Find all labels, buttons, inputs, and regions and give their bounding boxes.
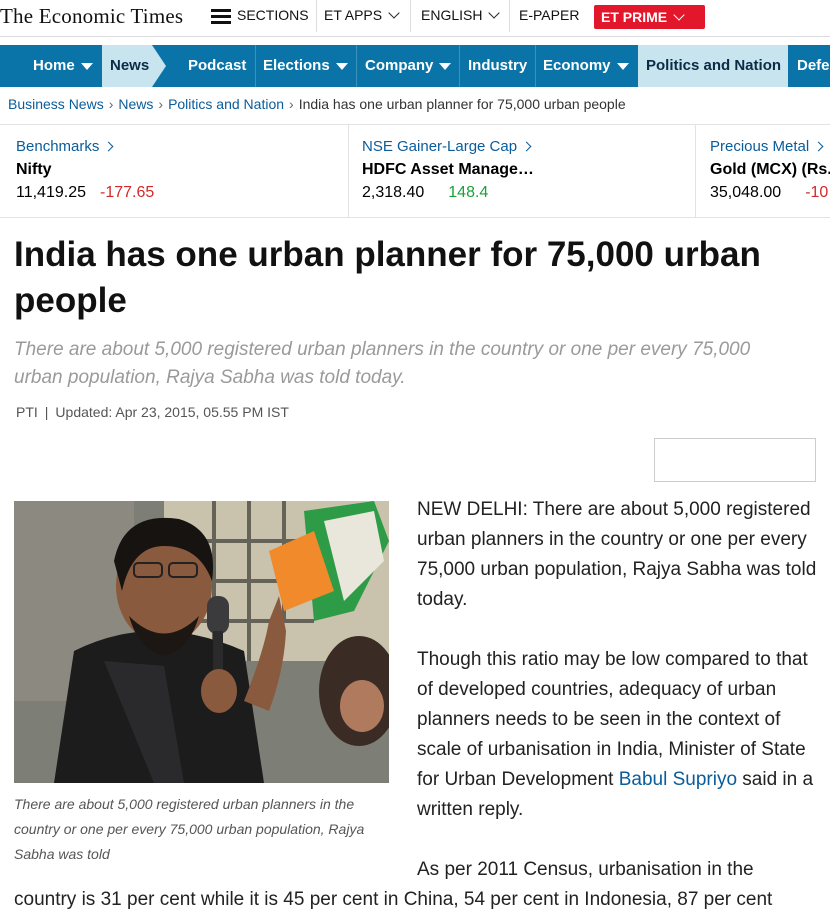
nav-company[interactable]: Company — [365, 45, 452, 87]
babul-supriyo-link[interactable]: Babul Supriyo — [619, 769, 737, 790]
divider — [255, 45, 256, 87]
sections-menu[interactable]: SECTIONS — [211, 0, 309, 32]
sections-label: SECTIONS — [237, 7, 309, 23]
chevron-right-icon — [103, 141, 114, 152]
ticker-name: HDFC Asset Manage… — [362, 161, 534, 178]
ticker-category[interactable]: Precious Metal — [710, 138, 824, 155]
ticker-price: 11,419.25 — [16, 184, 86, 201]
ticker-category[interactable]: Benchmarks — [16, 138, 114, 155]
divider — [348, 125, 349, 217]
ticker-change: -10 — [805, 184, 829, 201]
hamburger-icon — [211, 6, 231, 27]
caret-down-icon — [439, 62, 452, 70]
paragraph-2: Though this ratio may be low compared to… — [417, 645, 822, 825]
nav-politics-and-nation[interactable]: Politics and Nation — [638, 45, 788, 87]
photo-caption: There are about 5,000 registered urban p… — [14, 796, 365, 862]
breadcrumb-politics[interactable]: Politics and Nation — [168, 96, 284, 112]
caret-down-icon — [335, 62, 348, 70]
byline-separator: | — [44, 404, 49, 420]
caret-down-icon — [80, 62, 93, 70]
active-arrow-icon — [152, 45, 166, 87]
article-byline: PTI | Updated: Apr 23, 2015, 05.55 PM IST — [16, 404, 289, 420]
breadcrumb-business-news[interactable]: Business News — [8, 96, 104, 112]
site-logo[interactable]: The Economic Times — [0, 4, 183, 29]
nav-elections[interactable]: Elections — [263, 45, 348, 87]
nav-defence[interactable]: Defe — [797, 45, 830, 87]
et-apps-menu[interactable]: ET APPS — [324, 0, 400, 32]
breadcrumb-separator: › — [289, 96, 294, 112]
ticker-value: 35,048.00 -10 — [710, 184, 828, 202]
et-prime-button[interactable]: ET PRIME — [594, 5, 705, 29]
article-headline: India has one urban planner for 75,000 u… — [14, 235, 761, 320]
ticker-price: 2,318.40 — [362, 184, 425, 201]
et-apps-label: ET APPS — [324, 7, 383, 23]
language-menu[interactable]: ENGLISH — [421, 0, 501, 32]
ticker-change: 148.4 — [448, 184, 489, 201]
article-source: PTI — [16, 404, 38, 420]
nav-home-label: Home — [33, 57, 75, 74]
article-updated: Updated: Apr 23, 2015, 05.55 PM IST — [55, 404, 289, 420]
photo-illustration — [14, 501, 389, 783]
nav-industry[interactable]: Industry — [468, 45, 527, 87]
divider — [356, 45, 357, 87]
chevron-down-icon — [488, 7, 501, 19]
ticker-value: 2,318.40 148.4 — [362, 184, 488, 202]
caret-down-icon — [616, 62, 629, 70]
language-label: ENGLISH — [421, 7, 483, 23]
nav-economy-label: Economy — [543, 57, 611, 74]
article-body: NEW DELHI: There are about 5,000 registe… — [417, 495, 822, 855]
divider — [535, 45, 536, 87]
paragraph-3-line-2: country is 31 per cent while it is 45 pe… — [14, 889, 773, 910]
ticker-category-label: Benchmarks — [16, 138, 100, 155]
chevron-right-icon — [813, 141, 824, 152]
nav-company-label: Company — [365, 57, 434, 74]
article-synopsis: There are about 5,000 registered urban p… — [14, 339, 751, 388]
nav-podcast[interactable]: Podcast — [188, 45, 246, 87]
ticker-name: Nifty — [16, 161, 52, 178]
ticker-value: 11,419.25 -177.65 — [16, 184, 154, 202]
breadcrumb-separator: › — [108, 96, 114, 112]
divider — [410, 0, 411, 32]
breadcrumb: Business News › News › Politics and Nation › I… — [8, 96, 626, 112]
divider — [695, 125, 696, 217]
ticker-change: -177.65 — [100, 184, 155, 201]
ticker-category-label: NSE Gainer-Large Cap — [362, 138, 518, 155]
top-bar: The Economic Times SECTIONS ET APPS ENGL… — [0, 0, 830, 37]
chevron-down-icon — [388, 7, 400, 19]
divider — [509, 0, 510, 32]
nav-news[interactable]: News — [102, 45, 152, 87]
ticker-price: 35,048.00 — [710, 184, 782, 201]
ad-placeholder[interactable] — [654, 438, 816, 482]
breadcrumb-news[interactable]: News — [118, 96, 153, 112]
et-prime-label: ET PRIME — [601, 9, 668, 25]
chevron-down-icon — [673, 9, 685, 21]
paragraph-3-line-1: As per 2011 Census, urbanisation in the — [417, 859, 754, 880]
ticker-category-label: Precious Metal — [710, 138, 810, 155]
breadcrumb-current: India has one urban planner for 75,000 u… — [298, 96, 626, 112]
main-nav: Home News Podcast Elections Company Indu… — [0, 45, 830, 87]
article-photo[interactable] — [14, 501, 389, 783]
chevron-right-icon — [521, 141, 532, 152]
market-ticker: Benchmarks Nifty 11,419.25 -177.65 NSE Ga… — [0, 124, 830, 218]
breadcrumb-separator: › — [158, 96, 164, 112]
nav-elections-label: Elections — [263, 57, 330, 74]
nav-economy[interactable]: Economy — [543, 45, 629, 87]
ticker-category[interactable]: NSE Gainer-Large Cap — [362, 138, 532, 155]
ticker-name: Gold (MCX) (Rs. — [710, 161, 830, 178]
divider — [316, 0, 317, 32]
divider — [459, 45, 460, 87]
epaper-link[interactable]: E-PAPER — [519, 0, 579, 32]
paragraph-1: NEW DELHI: There are about 5,000 registe… — [417, 499, 817, 610]
nav-home[interactable]: Home — [0, 45, 102, 87]
